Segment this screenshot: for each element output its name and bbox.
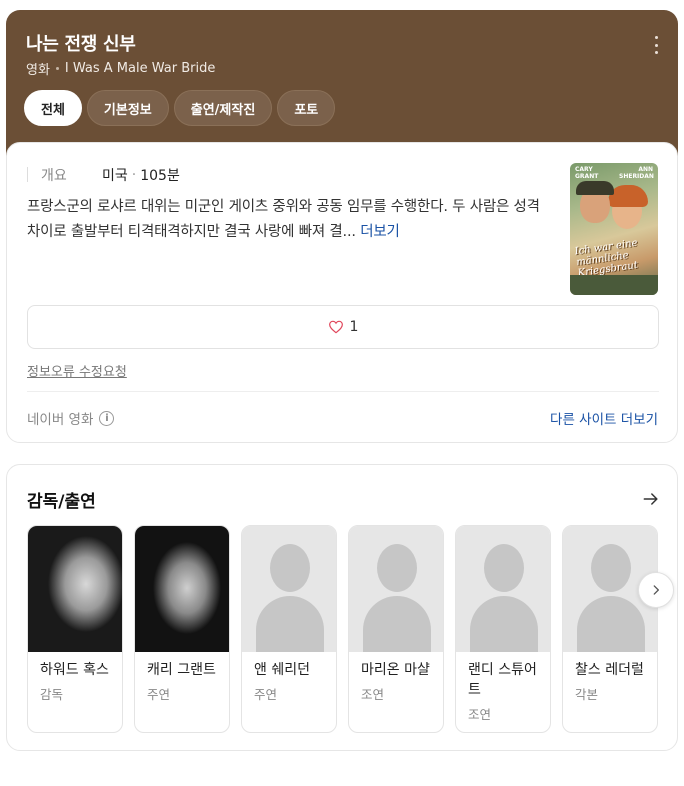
tab-all[interactable]: 전체 (24, 90, 82, 126)
movie-subtitle: 영화 I Was A Male War Bride (26, 59, 215, 78)
dot-separator (55, 67, 59, 70)
person-photo (135, 526, 229, 652)
tab-photo[interactable]: 포토 (277, 90, 336, 126)
person-name: 하워드 혹스 (40, 662, 109, 678)
person-role: 조연 (361, 687, 385, 702)
person-name: 앤 쉐리던 (254, 662, 310, 678)
cast-card-person[interactable]: 랜디 스튜어트 조연 (455, 525, 551, 733)
person-name: 마리온 마샬 (361, 662, 430, 678)
arrow-right-icon[interactable] (641, 489, 661, 509)
synopsis-more-link[interactable]: 더보기 (360, 224, 400, 240)
person-placeholder-icon (349, 526, 443, 652)
overview-label: 개요 (27, 165, 67, 185)
person-role: 주연 (147, 687, 171, 702)
source-label: 네이버 영화 (27, 412, 94, 428)
runtime: 105분 (140, 168, 180, 184)
source-info: 네이버 영화 i (27, 408, 115, 428)
tab-cast-crew[interactable]: 출연/제작진 (173, 90, 273, 126)
info-icon[interactable]: i (99, 410, 115, 426)
overview-card: 개요 미국 · 105분 프랑스군의 로샤르 대위는 미군인 게이츠 중위와 공… (6, 142, 678, 443)
person-placeholder-icon (242, 526, 336, 652)
person-name: 랜디 스튜어트 (468, 662, 537, 698)
chevron-right-icon (653, 585, 659, 595)
more-vertical-icon[interactable] (648, 36, 664, 54)
like-button[interactable]: 1 (27, 305, 659, 349)
report-error-link[interactable]: 정보오류 수정요청 (27, 361, 127, 380)
other-sites-link[interactable]: 다른 사이트 더보기 (550, 408, 658, 428)
person-photo (28, 526, 122, 652)
cast-card-person[interactable]: 하워드 혹스 감독 (27, 525, 123, 733)
poster-cap (576, 181, 614, 195)
cast-card-person[interactable]: 캐리 그랜트 주연 (134, 525, 230, 733)
cast-card-person[interactable]: 마리온 마샬 조연 (348, 525, 444, 733)
heart-outline-icon (328, 320, 343, 334)
person-role: 감독 (40, 687, 64, 702)
tab-bar: 전체 기본정보 출연/제작진 포토 (24, 90, 336, 126)
overview-meta: 미국 · 105분 (102, 165, 180, 185)
poster-script-title: Ich war eine männliche Kriegsbraut (574, 237, 639, 280)
person-role: 조연 (468, 707, 492, 722)
person-placeholder-icon (456, 526, 550, 652)
carousel-next-button[interactable] (638, 572, 674, 608)
synopsis: 프랑스군의 로샤르 대위는 미군인 게이츠 중위와 공동 임무를 수행한다. 두… (27, 195, 557, 245)
poster-actor-2: ANN SHERIDAN (619, 166, 654, 180)
cast-section-title: 감독/출연 (27, 492, 96, 512)
movie-title: 나는 전쟁 신부 (26, 34, 136, 55)
person-role: 각본 (575, 687, 599, 702)
poster-footer (570, 275, 658, 295)
movie-poster[interactable]: CARY GRANT ANN SHERIDAN Ich war eine män… (570, 163, 658, 295)
poster-hair (608, 185, 648, 207)
cast-list: 하워드 혹스 감독 캐리 그랜트 주연 앤 쉐리던 주연 마리온 마샬 조연 랜… (27, 525, 658, 733)
like-count: 1 (349, 319, 359, 335)
person-name: 찰스 레더럴 (575, 662, 644, 678)
cast-card-person[interactable]: 찰스 레더럴 각본 (562, 525, 658, 733)
tab-basic-info[interactable]: 기본정보 (86, 90, 169, 126)
poster-actor-1: CARY GRANT (575, 166, 599, 180)
person-name: 캐리 그랜트 (147, 662, 216, 678)
person-role: 주연 (254, 687, 278, 702)
cast-card: 감독/출연 하워드 혹스 감독 캐리 그랜트 주연 앤 쉐리던 주연 마리온 마… (6, 464, 678, 751)
meta-separator: · (131, 167, 137, 183)
original-title: I Was A Male War Bride (64, 61, 216, 76)
genre-label: 영화 (26, 63, 50, 78)
cast-card-person[interactable]: 앤 쉐리던 주연 (241, 525, 337, 733)
divider (27, 391, 659, 392)
synopsis-text: 프랑스군의 로샤르 대위는 미군인 게이츠 중위와 공동 임무를 수행한다. 두… (27, 199, 540, 240)
country: 미국 (102, 168, 128, 184)
